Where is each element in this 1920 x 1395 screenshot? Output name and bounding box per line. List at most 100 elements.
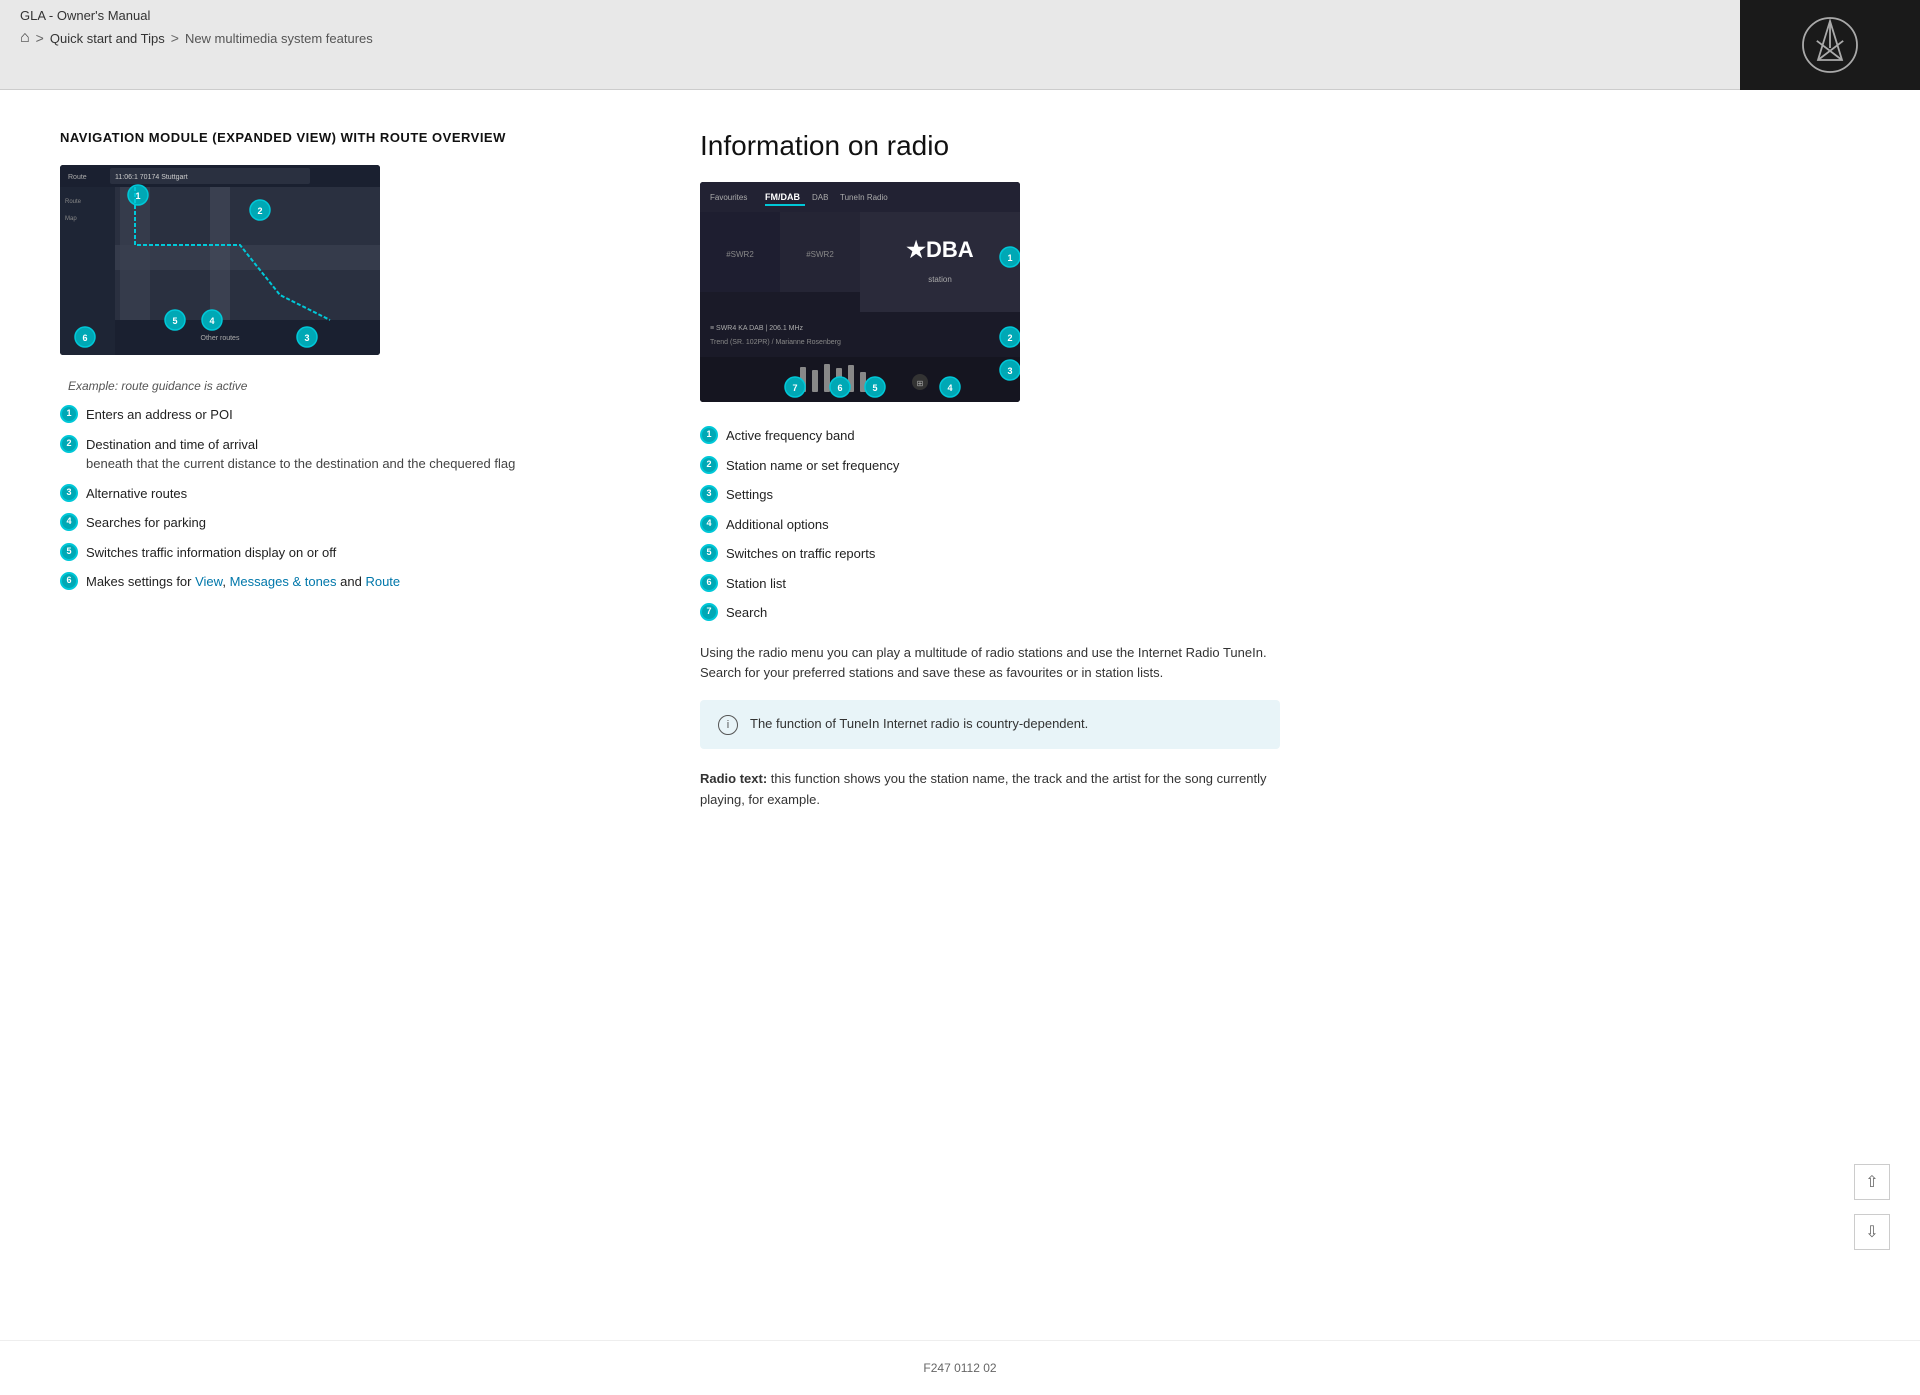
- nav-item-3: 3 Alternative routes: [60, 484, 640, 504]
- left-column: NAVIGATION MODULE (EXPANDED VIEW) WITH R…: [60, 130, 640, 811]
- svg-text:4: 4: [209, 316, 214, 326]
- radio-section-title: Information on radio: [700, 130, 1280, 162]
- breadcrumb-sep-2: >: [171, 30, 179, 46]
- svg-text:5: 5: [872, 383, 877, 393]
- svg-text:≡ SWR4 KA DAB | 206.1 MHz: ≡ SWR4 KA DAB | 206.1 MHz: [710, 325, 804, 332]
- footer-page-code: F247 0112 02: [923, 1361, 996, 1375]
- nav-item-5: 5 Switches traffic information display o…: [60, 543, 640, 563]
- svg-text:2: 2: [257, 206, 262, 216]
- radio-module-image: Favourites FM/DAB DAB TuneIn Radio #SWR2…: [700, 182, 1020, 402]
- svg-text:4: 4: [947, 383, 952, 393]
- svg-text:1: 1: [135, 191, 140, 201]
- svg-text:TuneIn Radio: TuneIn Radio: [840, 193, 888, 202]
- svg-text:★DBA: ★DBA: [906, 237, 973, 262]
- nav-badge-6: 6: [60, 572, 78, 590]
- radio-item-3: 3 Settings: [700, 485, 1280, 505]
- nav-map-svg: Route 11:06:1 70174 Stuttgart Route Map …: [60, 165, 380, 355]
- manual-title: GLA - Owner's Manual: [20, 8, 1900, 23]
- nav-badge-4: 4: [60, 513, 78, 531]
- nav-badge-3: 3: [60, 484, 78, 502]
- svg-text:⊞: ⊞: [917, 379, 924, 388]
- nav-item-3-text: Alternative routes: [86, 484, 640, 504]
- nav-link-view[interactable]: View: [195, 574, 222, 589]
- nav-example-text: Example: route guidance is active: [68, 379, 640, 393]
- svg-text:Route: Route: [68, 174, 87, 181]
- svg-text:station: station: [928, 275, 952, 284]
- breadcrumb-current: New multimedia system features: [185, 31, 373, 46]
- nav-item-4: 4 Searches for parking: [60, 513, 640, 533]
- radio-description: Using the radio menu you can play a mult…: [700, 643, 1280, 685]
- radio-item-3-text: Settings: [726, 485, 1280, 505]
- nav-item-1: 1 Enters an address or POI: [60, 405, 640, 425]
- radio-badge-3: 3: [700, 485, 718, 503]
- right-column: Information on radio Favourites FM/DAB D…: [700, 130, 1280, 811]
- radio-item-7: 7 Search: [700, 603, 1280, 623]
- radio-item-2: 2 Station name or set frequency: [700, 456, 1280, 476]
- breadcrumb: ⌂ > Quick start and Tips > New multimedi…: [20, 29, 1900, 47]
- breadcrumb-sep-1: >: [36, 30, 44, 46]
- svg-text:3: 3: [1007, 366, 1012, 376]
- info-box-text: The function of TuneIn Internet radio is…: [750, 714, 1088, 734]
- info-box: i The function of TuneIn Internet radio …: [700, 700, 1280, 749]
- radio-item-6: 6 Station list: [700, 574, 1280, 594]
- nav-item-6-text: Makes settings for View, Messages & tone…: [86, 572, 640, 592]
- nav-item-5-text: Switches traffic information display on …: [86, 543, 640, 563]
- scroll-up-button[interactable]: ⇧: [1854, 1164, 1890, 1200]
- radio-text-label: Radio text:: [700, 771, 767, 786]
- svg-text:6: 6: [837, 383, 842, 393]
- radio-badge-6: 6: [700, 574, 718, 592]
- svg-text:5: 5: [172, 316, 177, 326]
- page-header: GLA - Owner's Manual ⌂ > Quick start and…: [0, 0, 1920, 90]
- radio-item-4: 4 Additional options: [700, 515, 1280, 535]
- radio-item-1: 1 Active frequency band: [700, 426, 1280, 446]
- two-column-layout: NAVIGATION MODULE (EXPANDED VIEW) WITH R…: [60, 130, 1860, 811]
- nav-badge-2: 2: [60, 435, 78, 453]
- radio-item-5: 5 Switches on traffic reports: [700, 544, 1280, 564]
- radio-item-5-text: Switches on traffic reports: [726, 544, 1280, 564]
- svg-text:7: 7: [792, 383, 797, 393]
- nav-section-title: NAVIGATION MODULE (EXPANDED VIEW) WITH R…: [60, 130, 640, 145]
- radio-badge-4: 4: [700, 515, 718, 533]
- nav-badge-1: 1: [60, 405, 78, 423]
- radio-item-7-text: Search: [726, 603, 1280, 623]
- radio-text-para: Radio text: this function shows you the …: [700, 769, 1280, 811]
- radio-badge-2: 2: [700, 456, 718, 474]
- svg-text:1: 1: [1007, 253, 1012, 263]
- svg-text:#SWR2: #SWR2: [726, 250, 754, 259]
- radio-badge-7: 7: [700, 603, 718, 621]
- svg-text:Map: Map: [65, 216, 77, 222]
- radio-badge-5: 5: [700, 544, 718, 562]
- svg-text:6: 6: [82, 333, 87, 343]
- svg-text:2: 2: [1007, 333, 1012, 343]
- breadcrumb-quick-start[interactable]: Quick start and Tips: [50, 31, 165, 46]
- nav-link-route[interactable]: Route: [365, 574, 400, 589]
- nav-item-1-text: Enters an address or POI: [86, 405, 640, 425]
- nav-item-6: 6 Makes settings for View, Messages & to…: [60, 572, 640, 592]
- nav-item-4-text: Searches for parking: [86, 513, 640, 533]
- radio-item-4-text: Additional options: [726, 515, 1280, 535]
- svg-text:DAB: DAB: [812, 193, 828, 202]
- mercedes-logo-icon: [1800, 15, 1860, 75]
- svg-text:11:06:1 70174 Stuttgart: 11:06:1 70174 Stuttgart: [115, 174, 188, 181]
- radio-badge-1: 1: [700, 426, 718, 444]
- svg-text:Route: Route: [65, 199, 82, 205]
- home-icon[interactable]: ⌂: [20, 29, 30, 47]
- svg-text:3: 3: [304, 333, 309, 343]
- scroll-down-button[interactable]: ⇩: [1854, 1214, 1890, 1250]
- nav-item-2: 2 Destination and time of arrival beneat…: [60, 435, 640, 474]
- info-icon: i: [718, 715, 738, 735]
- page-footer: F247 0112 02: [0, 1340, 1920, 1395]
- nav-link-messages[interactable]: Messages & tones: [230, 574, 337, 589]
- radio-item-2-text: Station name or set frequency: [726, 456, 1280, 476]
- svg-text:Trend (SR. 102PR) / Marianne R: Trend (SR. 102PR) / Marianne Rosenberg: [710, 339, 841, 346]
- radio-svg: Favourites FM/DAB DAB TuneIn Radio #SWR2…: [700, 182, 1020, 402]
- nav-item-2-text: Destination and time of arrival beneath …: [86, 435, 640, 474]
- svg-text:#SWR2: #SWR2: [806, 250, 834, 259]
- svg-text:Favourites: Favourites: [710, 193, 747, 202]
- radio-text-desc: this function shows you the station name…: [700, 771, 1267, 807]
- svg-text:Other routes: Other routes: [201, 335, 240, 342]
- radio-item-1-text: Active frequency band: [726, 426, 1280, 446]
- main-content: NAVIGATION MODULE (EXPANDED VIEW) WITH R…: [0, 90, 1920, 1340]
- svg-text:FM/DAB: FM/DAB: [765, 192, 800, 202]
- logo-area: [1740, 0, 1920, 90]
